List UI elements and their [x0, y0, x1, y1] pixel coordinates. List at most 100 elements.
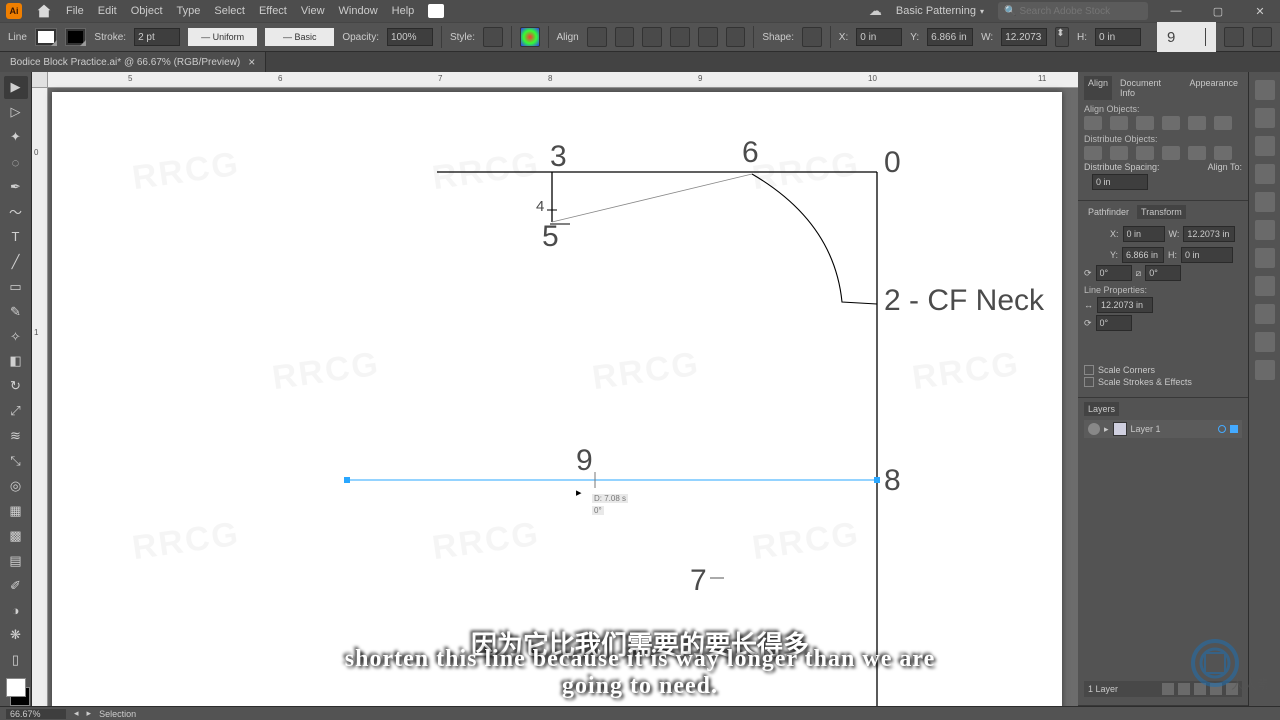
align-vcenter-icon[interactable]: [1188, 116, 1206, 130]
document-tab[interactable]: Bodice Block Practice.ai* @ 66.67% (RGB/…: [0, 52, 266, 72]
blend-tool[interactable]: ◑: [4, 599, 28, 622]
collapsed-panel-icon-7[interactable]: [1255, 248, 1275, 268]
collapsed-panel-icon-4[interactable]: [1255, 164, 1275, 184]
menu-effect[interactable]: Effect: [259, 5, 287, 17]
menu-edit[interactable]: Edit: [98, 5, 117, 17]
window-close-icon[interactable]: ✕: [1246, 1, 1274, 21]
link-wh-button[interactable]: ⬍: [1055, 27, 1069, 47]
cloud-icon[interactable]: ☁: [869, 3, 882, 19]
layer-expand-icon[interactable]: ▸: [1104, 424, 1109, 435]
rotate-angle-input[interactable]: [1096, 265, 1132, 281]
align-right-icon[interactable]: [1136, 116, 1154, 130]
arrange-docs-icon[interactable]: [428, 4, 444, 18]
collapsed-panel-icon-10[interactable]: [1255, 332, 1275, 352]
shape-builder-tool[interactable]: ◎: [4, 475, 28, 498]
shape-expand-button[interactable]: [802, 27, 822, 47]
status-nav-right-icon[interactable]: ▸: [87, 708, 92, 719]
symbol-sprayer-tool[interactable]: ❋: [4, 624, 28, 647]
rotate-tool[interactable]: ↻: [4, 375, 28, 398]
document-tab-close-icon[interactable]: ×: [248, 55, 255, 69]
dist-right-icon[interactable]: [1214, 146, 1232, 160]
tab-appearance[interactable]: Appearance: [1185, 76, 1242, 100]
workspace-switcher[interactable]: Basic Patterning▾: [896, 5, 984, 17]
panel-toggle-button[interactable]: [1224, 27, 1244, 47]
fill-swatch[interactable]: [35, 28, 57, 46]
dist-spacing-input[interactable]: [1092, 174, 1148, 190]
w-input[interactable]: [1001, 28, 1047, 46]
align-left-button[interactable]: [587, 27, 607, 47]
fill-color-indicator[interactable]: [6, 678, 26, 697]
align-middle-button[interactable]: [698, 27, 718, 47]
x-input[interactable]: [856, 28, 902, 46]
selection-tool[interactable]: ▶: [4, 76, 28, 99]
shear-angle-input[interactable]: [1145, 265, 1181, 281]
tab-transform[interactable]: Transform: [1137, 205, 1186, 219]
collapsed-panel-icon-11[interactable]: [1255, 360, 1275, 380]
status-nav-left-icon[interactable]: ◂: [74, 708, 79, 719]
collapsed-panel-icon-6[interactable]: [1255, 220, 1275, 240]
lasso-tool[interactable]: ◌: [4, 151, 28, 174]
search-input[interactable]: [1019, 6, 1142, 17]
dist-hcenter-icon[interactable]: [1188, 146, 1206, 160]
collapsed-panel-icon-8[interactable]: [1255, 276, 1275, 296]
line-length-input[interactable]: [1097, 297, 1153, 313]
type-tool[interactable]: T: [4, 225, 28, 248]
tab-pathfinder[interactable]: Pathfinder: [1084, 205, 1133, 219]
window-minimize-icon[interactable]: —: [1162, 1, 1190, 21]
free-transform-tool[interactable]: ⤡: [4, 450, 28, 473]
opacity-input[interactable]: [387, 28, 433, 46]
line-angle-input[interactable]: [1096, 315, 1132, 331]
paintbrush-tool[interactable]: ✎: [4, 300, 28, 323]
menu-select[interactable]: Select: [214, 5, 245, 17]
layer-visibility-icon[interactable]: [1088, 423, 1100, 435]
dist-bottom-icon[interactable]: [1136, 146, 1154, 160]
ruler-vertical[interactable]: 0 1: [32, 88, 48, 706]
align-left-icon[interactable]: [1084, 116, 1102, 130]
collapsed-panel-icon-3[interactable]: [1255, 136, 1275, 156]
ruler-origin[interactable]: [32, 72, 48, 88]
collapsed-panel-icon-1[interactable]: [1255, 80, 1275, 100]
reference-point-selector[interactable]: [1084, 223, 1106, 245]
direct-selection-tool[interactable]: ▷: [4, 101, 28, 124]
menu-help[interactable]: Help: [392, 5, 415, 17]
align-center-button[interactable]: [615, 27, 635, 47]
align-bottom-button[interactable]: [726, 27, 746, 47]
brush-select[interactable]: — Basic: [265, 28, 334, 46]
graphic-style-button[interactable]: [483, 27, 503, 47]
layer-row[interactable]: ▸ Layer 1: [1084, 420, 1242, 438]
transform-x-input[interactable]: [1123, 226, 1165, 242]
pen-tool[interactable]: ✒: [4, 176, 28, 199]
panel-toggle-button-2[interactable]: [1252, 27, 1272, 47]
align-hcenter-icon[interactable]: [1110, 116, 1128, 130]
align-bottom-icon[interactable]: [1214, 116, 1232, 130]
collapsed-panel-icon-5[interactable]: [1255, 192, 1275, 212]
window-maximize-icon[interactable]: ▢: [1204, 1, 1232, 21]
column-graph-tool[interactable]: ▯: [4, 649, 28, 672]
dist-top-icon[interactable]: [1084, 146, 1102, 160]
tab-align[interactable]: Align: [1084, 76, 1112, 100]
locate-object-icon[interactable]: [1162, 683, 1174, 695]
transform-h-input[interactable]: [1181, 247, 1233, 263]
menu-object[interactable]: Object: [131, 5, 163, 17]
stroke-swatch[interactable]: [65, 28, 87, 46]
menu-file[interactable]: File: [66, 5, 84, 17]
perspective-grid-tool[interactable]: ▦: [4, 499, 28, 522]
line-tool[interactable]: ╱: [4, 250, 28, 273]
h-input[interactable]: [1095, 28, 1141, 46]
menu-window[interactable]: Window: [339, 5, 378, 17]
dist-left-icon[interactable]: [1162, 146, 1180, 160]
transform-w-input[interactable]: [1183, 226, 1235, 242]
zoom-level-input[interactable]: 66.67%: [6, 709, 66, 719]
align-top-button[interactable]: [670, 27, 690, 47]
rectangle-tool[interactable]: ▭: [4, 275, 28, 298]
scale-strokes-checkbox[interactable]: [1084, 377, 1094, 387]
scale-corners-checkbox[interactable]: [1084, 365, 1094, 375]
tab-layers[interactable]: Layers: [1084, 402, 1119, 416]
home-icon[interactable]: [36, 3, 52, 19]
collapsed-panel-icon-9[interactable]: [1255, 304, 1275, 324]
transform-y-input[interactable]: [1122, 247, 1164, 263]
align-top-icon[interactable]: [1162, 116, 1180, 130]
gradient-tool[interactable]: ▤: [4, 549, 28, 572]
eraser-tool[interactable]: ◧: [4, 350, 28, 373]
y-input[interactable]: [927, 28, 973, 46]
